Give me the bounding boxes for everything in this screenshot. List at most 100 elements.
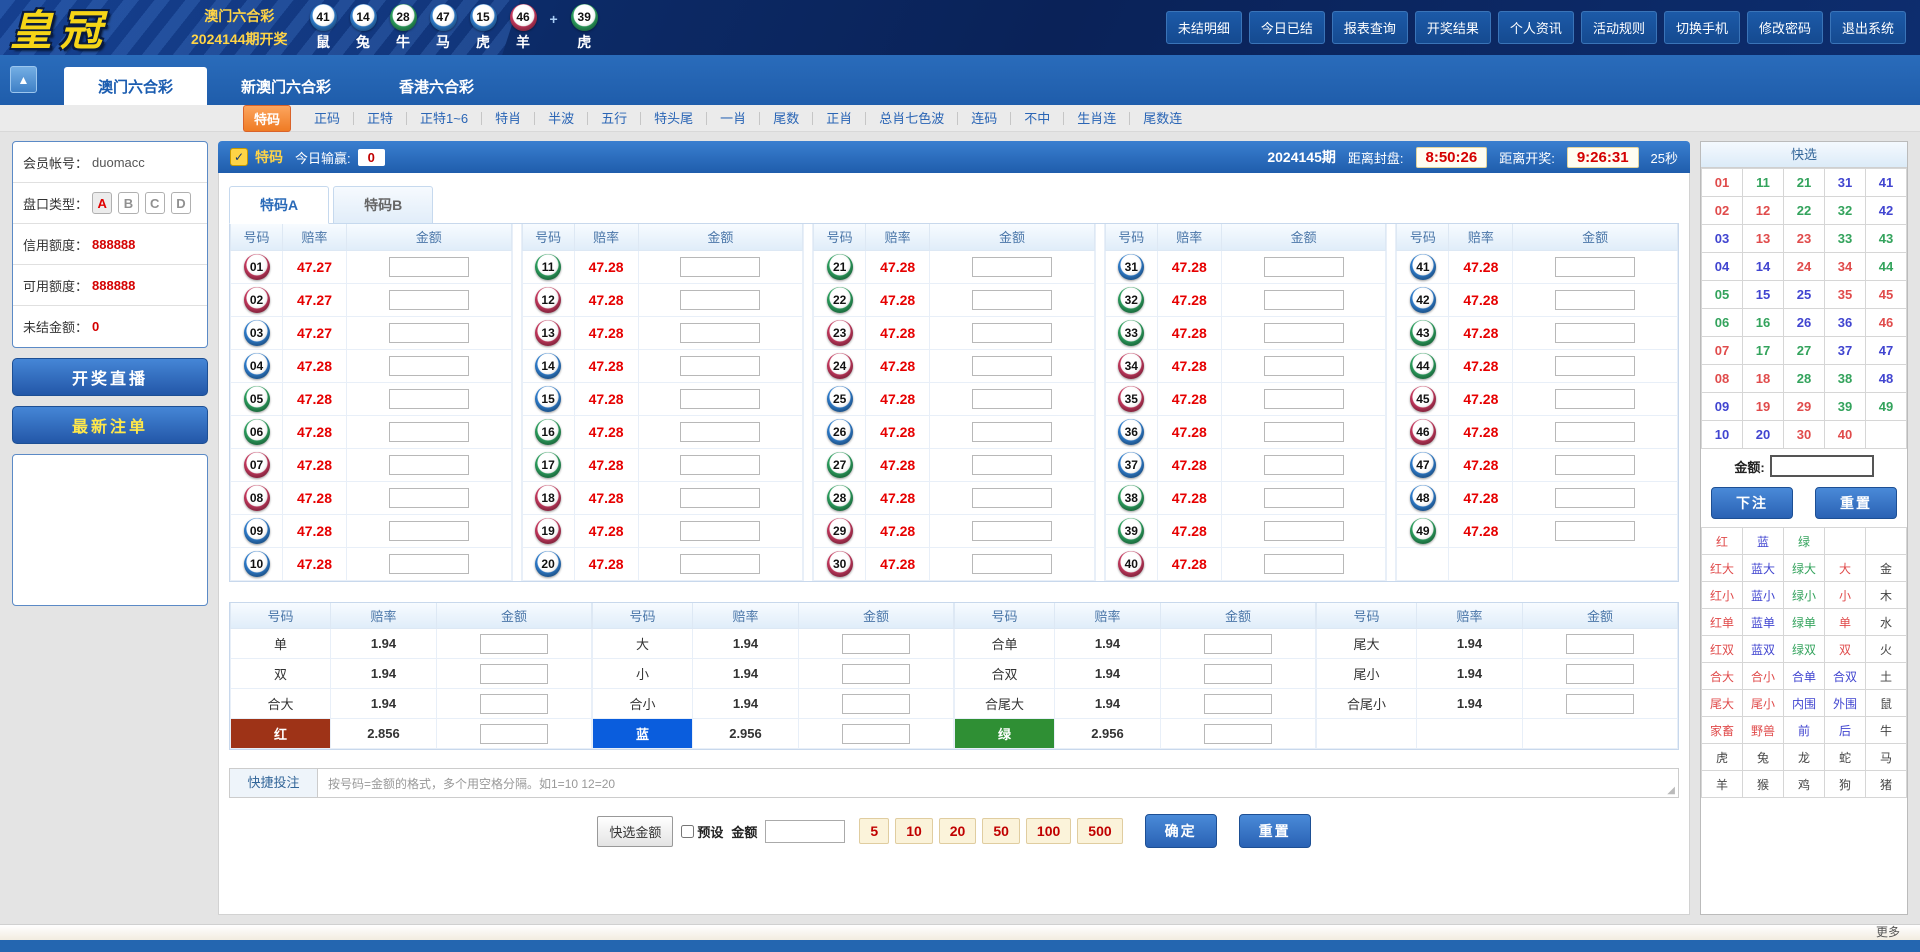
bet-amount-input[interactable]	[1264, 488, 1344, 508]
bet-amount-input[interactable]	[680, 521, 760, 541]
quick-option[interactable]: 小	[1825, 582, 1866, 609]
quick-amount-button[interactable]: 快选金额	[597, 816, 673, 847]
quick-number[interactable]: 03	[1702, 225, 1743, 253]
plate-option[interactable]: B	[118, 192, 138, 214]
quick-number[interactable]: 28	[1784, 365, 1825, 393]
preset-checkbox[interactable]	[681, 825, 694, 838]
quick-option[interactable]: 绿双	[1784, 636, 1825, 663]
quick-number[interactable]: 38	[1825, 365, 1866, 393]
quick-number[interactable]: 45	[1866, 281, 1907, 309]
bet-amount-input[interactable]	[1264, 521, 1344, 541]
bet-amount-input[interactable]	[389, 389, 469, 409]
bet-amount-input[interactable]	[680, 323, 760, 343]
quick-option[interactable]: 狗	[1825, 771, 1866, 798]
footer-more-link[interactable]: 更多	[0, 924, 1920, 940]
bet-amount-input[interactable]	[972, 455, 1052, 475]
amount-preset-button[interactable]: 20	[939, 818, 977, 844]
bet-amount-input[interactable]	[680, 554, 760, 574]
bet-amount-input[interactable]	[842, 694, 910, 714]
amount-preset-button[interactable]: 5	[859, 818, 889, 844]
collapse-arrow-icon[interactable]: ▲	[10, 66, 37, 93]
quick-option[interactable]: 马	[1866, 744, 1907, 771]
bet-amount-input[interactable]	[389, 455, 469, 475]
quick-bet-hint[interactable]: 按号码=金额的格式，多个用空格分隔。如1=10 12=20	[318, 775, 615, 792]
quick-option[interactable]: 外围	[1825, 690, 1866, 717]
bet-amount-input[interactable]	[1555, 356, 1635, 376]
quick-option[interactable]: 土	[1866, 663, 1907, 690]
bet-amount-input[interactable]	[1566, 634, 1634, 654]
confirm-button[interactable]: 确定	[1145, 814, 1217, 848]
amount-input[interactable]	[765, 820, 845, 843]
quick-option[interactable]: 绿小	[1784, 582, 1825, 609]
bet-amount-input[interactable]	[1204, 724, 1272, 744]
top-menu-item[interactable]: 活动规则	[1581, 11, 1657, 44]
bet-amount-input[interactable]	[972, 356, 1052, 376]
top-menu-item[interactable]: 切换手机	[1664, 11, 1740, 44]
quick-pick-amount-input[interactable]	[1770, 455, 1874, 477]
bet-amount-input[interactable]	[389, 521, 469, 541]
bet-sub-tab[interactable]: 特码B	[333, 186, 433, 224]
reset-button[interactable]: 重置	[1239, 814, 1311, 848]
quick-number[interactable]: 17	[1743, 337, 1784, 365]
quick-option[interactable]: 红	[1702, 528, 1743, 555]
quick-number[interactable]: 27	[1784, 337, 1825, 365]
bet-amount-input[interactable]	[1204, 664, 1272, 684]
bet-amount-input[interactable]	[480, 664, 548, 684]
bet-amount-input[interactable]	[1555, 488, 1635, 508]
bet-amount-input[interactable]	[680, 257, 760, 277]
bet-amount-input[interactable]	[1566, 664, 1634, 684]
quick-option[interactable]: 羊	[1702, 771, 1743, 798]
bet-amount-input[interactable]	[1555, 389, 1635, 409]
quick-number[interactable]: 08	[1702, 365, 1743, 393]
quick-option[interactable]: 金	[1866, 555, 1907, 582]
bet-amount-input[interactable]	[1264, 290, 1344, 310]
amount-preset-button[interactable]: 10	[895, 818, 933, 844]
quick-number[interactable]: 24	[1784, 253, 1825, 281]
amount-preset-button[interactable]: 100	[1026, 818, 1071, 844]
quick-option[interactable]: 尾小	[1743, 690, 1784, 717]
quick-option[interactable]: 野兽	[1743, 717, 1784, 744]
quick-option[interactable]: 内围	[1784, 690, 1825, 717]
quick-number[interactable]: 19	[1743, 393, 1784, 421]
quick-number[interactable]: 25	[1784, 281, 1825, 309]
quick-number[interactable]: 05	[1702, 281, 1743, 309]
bet-type-item[interactable]: 尾数连	[1130, 112, 1195, 125]
quick-number[interactable]: 02	[1702, 197, 1743, 225]
quick-number[interactable]: 32	[1825, 197, 1866, 225]
quick-option[interactable]: 牛	[1866, 717, 1907, 744]
quick-option[interactable]: 合双	[1825, 663, 1866, 690]
quick-option[interactable]: 蛇	[1825, 744, 1866, 771]
bet-amount-input[interactable]	[389, 323, 469, 343]
quick-option[interactable]: 蓝双	[1743, 636, 1784, 663]
bet-type-item[interactable]: 正特1~6	[407, 112, 482, 125]
top-menu-item[interactable]: 修改密码	[1747, 11, 1823, 44]
bet-amount-input[interactable]	[480, 694, 548, 714]
bet-amount-input[interactable]	[1264, 422, 1344, 442]
top-menu-item[interactable]: 开奖结果	[1415, 11, 1491, 44]
quick-number[interactable]: 33	[1825, 225, 1866, 253]
bet-amount-input[interactable]	[680, 290, 760, 310]
latest-bets-button[interactable]: 最新注单	[12, 406, 208, 444]
quick-option[interactable]: 大	[1825, 555, 1866, 582]
quick-number[interactable]: 49	[1866, 393, 1907, 421]
bet-amount-input[interactable]	[972, 422, 1052, 442]
bet-type-item[interactable]: 不中	[1011, 112, 1064, 125]
quick-number[interactable]: 31	[1825, 169, 1866, 197]
quick-option[interactable]: 猴	[1743, 771, 1784, 798]
quick-number[interactable]: 15	[1743, 281, 1784, 309]
bet-amount-input[interactable]	[1264, 389, 1344, 409]
lottery-tab[interactable]: 澳门六合彩	[64, 67, 207, 105]
quick-option[interactable]: 水	[1866, 609, 1907, 636]
bet-amount-input[interactable]	[1555, 290, 1635, 310]
quick-number[interactable]: 04	[1702, 253, 1743, 281]
quick-option[interactable]: 前	[1784, 717, 1825, 744]
quick-number[interactable]: 46	[1866, 309, 1907, 337]
quick-option[interactable]: 鸡	[1784, 771, 1825, 798]
bet-amount-input[interactable]	[389, 422, 469, 442]
quick-number[interactable]: 07	[1702, 337, 1743, 365]
bet-amount-input[interactable]	[1566, 694, 1634, 714]
bet-type-item[interactable]: 尾数	[760, 112, 813, 125]
quick-number[interactable]: 26	[1784, 309, 1825, 337]
bet-amount-input[interactable]	[480, 634, 548, 654]
bet-type-item[interactable]: 正特	[354, 112, 407, 125]
